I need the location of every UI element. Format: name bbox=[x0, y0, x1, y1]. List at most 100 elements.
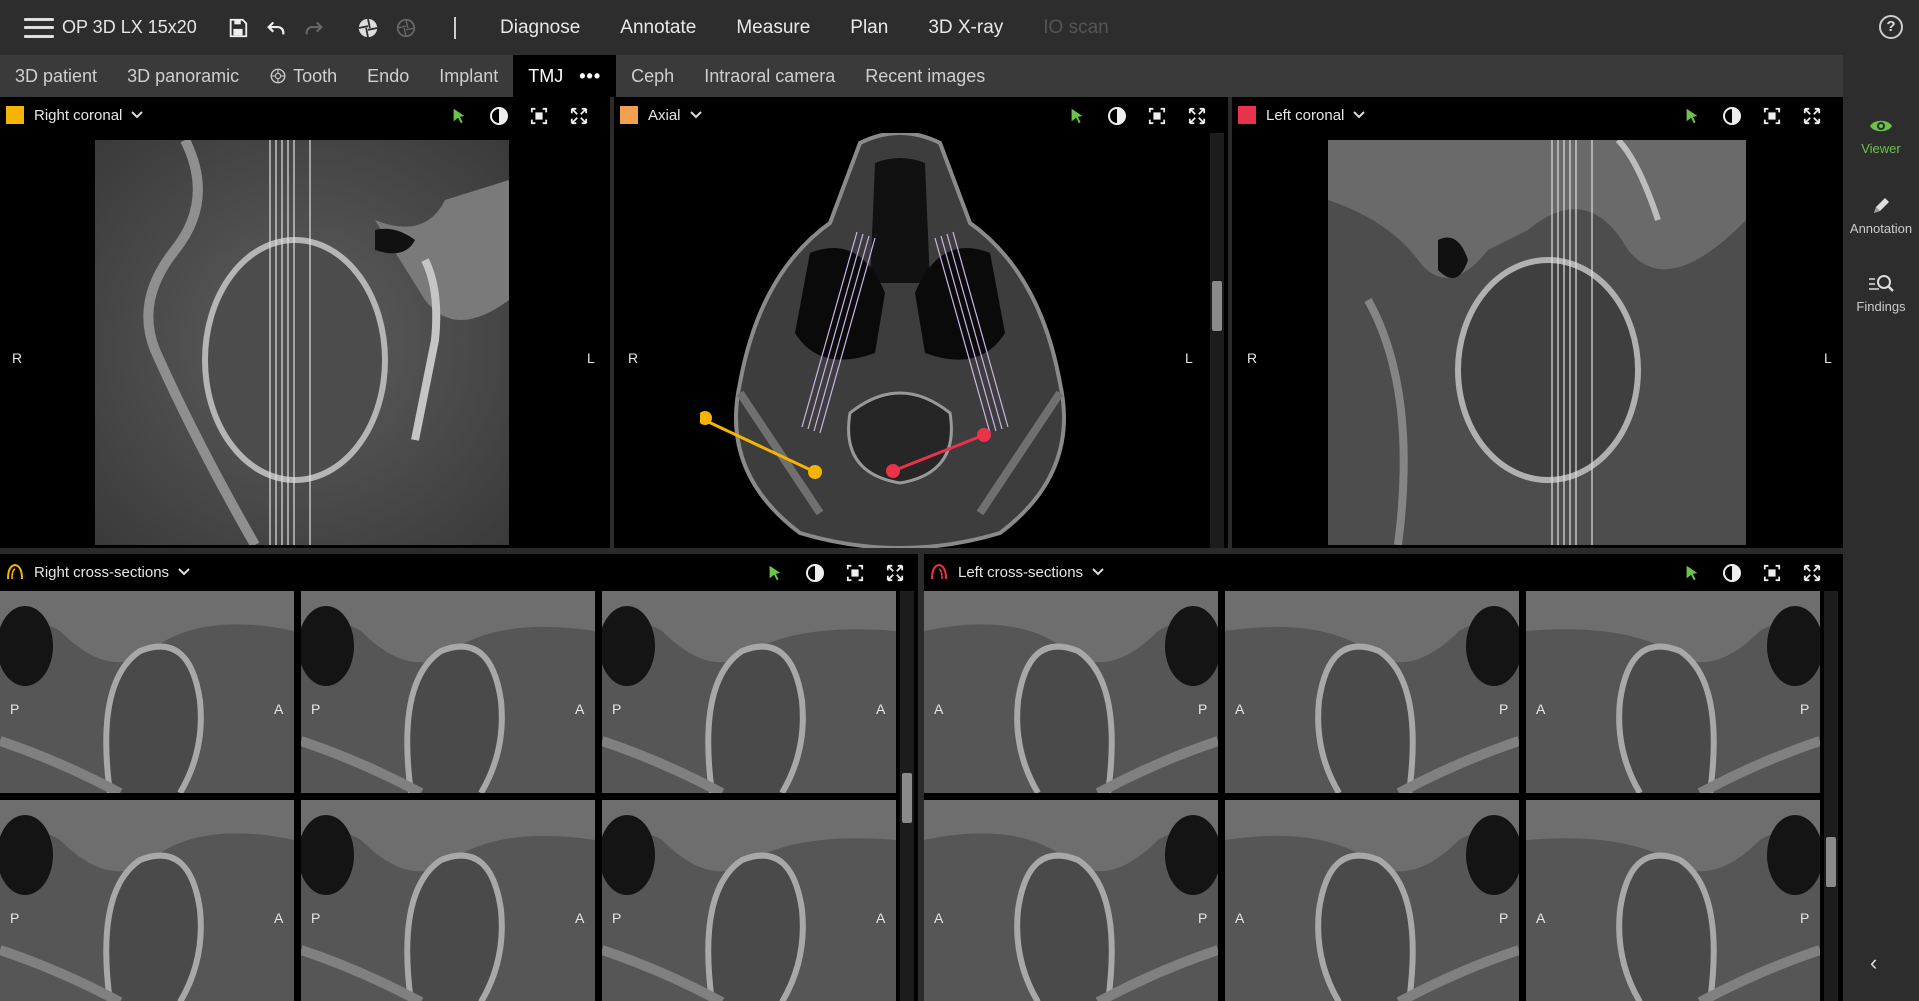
right-coronal-image[interactable] bbox=[95, 140, 509, 545]
orientation-right-label: P bbox=[1198, 910, 1208, 926]
cross-section-slice[interactable]: AP bbox=[924, 800, 1218, 1001]
contrast-icon[interactable] bbox=[804, 562, 826, 584]
menu-measure[interactable]: Measure bbox=[736, 17, 810, 39]
menu-3d-xray[interactable]: 3D X-ray bbox=[928, 17, 1003, 39]
redo-icon[interactable] bbox=[302, 16, 326, 40]
chevron-down-icon[interactable] bbox=[177, 565, 191, 579]
pointer-tool-icon[interactable] bbox=[1681, 562, 1703, 584]
undo-icon[interactable] bbox=[264, 16, 288, 40]
tab-intraoral-camera[interactable]: Intraoral camera bbox=[689, 55, 850, 97]
aperture-icon[interactable] bbox=[356, 16, 380, 40]
view-color-swatch bbox=[620, 106, 638, 124]
left-coronal-image[interactable] bbox=[1328, 140, 1746, 545]
help-icon[interactable]: ? bbox=[1879, 15, 1903, 39]
right-cross-sections-view[interactable]: Right cross-sections PAPAPAPAPAPA bbox=[0, 554, 918, 1001]
fit-to-view-icon[interactable] bbox=[528, 105, 550, 127]
right-axis-handle[interactable] bbox=[808, 465, 822, 479]
orientation-left-label: A bbox=[1536, 910, 1546, 926]
cross-section-slice[interactable]: PA bbox=[602, 591, 896, 793]
tab-recent-images[interactable]: Recent images bbox=[850, 55, 1000, 97]
cross-section-scroll-thumb[interactable] bbox=[902, 773, 912, 823]
axial-view[interactable]: Axial R L bbox=[614, 97, 1228, 548]
cross-section-scrollbar[interactable] bbox=[1824, 591, 1838, 1001]
chevron-down-icon[interactable] bbox=[689, 108, 703, 122]
pointer-tool-icon[interactable] bbox=[764, 562, 786, 584]
tab-3d-panoramic[interactable]: 3D panoramic bbox=[112, 55, 254, 97]
menu-plan[interactable]: Plan bbox=[850, 17, 888, 39]
chevron-down-icon[interactable] bbox=[1352, 108, 1366, 122]
cross-section-slice[interactable]: PA bbox=[0, 591, 294, 793]
left-axis-handle[interactable] bbox=[886, 464, 900, 478]
orientation-left-label: P bbox=[612, 910, 622, 926]
cross-section-slice[interactable]: PA bbox=[602, 800, 896, 1001]
cross-section-slice[interactable]: PA bbox=[0, 800, 294, 1001]
view-title[interactable]: Axial bbox=[648, 107, 681, 124]
cross-section-scrollbar[interactable] bbox=[900, 591, 914, 1001]
top-bar: OP 3D LX 15x20 Diagnose Annotate Measure… bbox=[0, 0, 1919, 55]
view-title[interactable]: Left coronal bbox=[1266, 107, 1344, 124]
tab-label: Intraoral camera bbox=[704, 65, 836, 86]
cross-section-slice[interactable]: AP bbox=[924, 591, 1218, 793]
save-icon[interactable] bbox=[226, 16, 250, 40]
view-title[interactable]: Right cross-sections bbox=[34, 564, 169, 581]
contrast-icon[interactable] bbox=[488, 105, 510, 127]
orientation-right-label: A bbox=[876, 910, 886, 926]
pointer-tool-icon[interactable] bbox=[1681, 105, 1703, 127]
menu-annotate[interactable]: Annotate bbox=[620, 17, 696, 39]
contrast-icon[interactable] bbox=[1106, 105, 1128, 127]
contrast-icon[interactable] bbox=[1721, 105, 1743, 127]
view-title[interactable]: Right coronal bbox=[34, 107, 122, 124]
cross-section-slice[interactable]: AP bbox=[1225, 800, 1519, 1001]
cross-section-image bbox=[602, 591, 896, 793]
maximize-icon[interactable] bbox=[884, 562, 906, 584]
orientation-right-label: P bbox=[1800, 701, 1810, 717]
left-axis-handle[interactable] bbox=[977, 428, 991, 442]
orientation-left-label: P bbox=[10, 701, 20, 717]
cross-section-slice[interactable]: PA bbox=[301, 800, 595, 1001]
sidebar-item-annotation[interactable]: Annotation bbox=[1843, 195, 1919, 236]
slice-scrollbar[interactable] bbox=[1210, 133, 1224, 548]
hamburger-menu-icon[interactable] bbox=[24, 17, 54, 38]
orientation-right-label: A bbox=[274, 701, 284, 717]
tab-more-icon[interactable]: ••• bbox=[579, 66, 601, 87]
chevron-down-icon[interactable] bbox=[130, 108, 144, 122]
tab-3d-patient[interactable]: 3D patient bbox=[0, 55, 112, 97]
tab-label: 3D panoramic bbox=[127, 65, 240, 86]
orientation-right-label: L bbox=[1185, 350, 1193, 366]
cross-section-scroll-thumb[interactable] bbox=[1826, 837, 1836, 887]
slice-scroll-thumb[interactable] bbox=[1212, 281, 1222, 331]
collapse-sidebar-chevron-icon[interactable]: ‹ bbox=[1870, 950, 1892, 975]
sidebar-item-findings[interactable]: Findings bbox=[1843, 273, 1919, 314]
tab-tooth[interactable]: Tooth bbox=[254, 55, 352, 97]
menu-diagnose[interactable]: Diagnose bbox=[500, 17, 580, 39]
fit-to-view-icon[interactable] bbox=[844, 562, 866, 584]
maximize-icon[interactable] bbox=[1801, 562, 1823, 584]
fit-to-view-icon[interactable] bbox=[1146, 105, 1168, 127]
maximize-icon[interactable] bbox=[1186, 105, 1208, 127]
maximize-icon[interactable] bbox=[1801, 105, 1823, 127]
left-coronal-view[interactable]: Left coronal R L bbox=[1232, 97, 1843, 548]
orientation-left-label: R bbox=[628, 350, 639, 366]
cross-section-slice[interactable]: PA bbox=[301, 591, 595, 793]
menu-io-scan: IO scan bbox=[1043, 16, 1109, 38]
tab-tmj[interactable]: TMJ ••• bbox=[513, 55, 617, 97]
cross-section-slice[interactable]: AP bbox=[1225, 591, 1519, 793]
cross-section-slice[interactable]: AP bbox=[1526, 591, 1820, 793]
maximize-icon[interactable] bbox=[568, 105, 590, 127]
pointer-tool-icon[interactable] bbox=[448, 105, 470, 127]
cross-section-slice[interactable]: AP bbox=[1526, 800, 1820, 1001]
chevron-down-icon[interactable] bbox=[1091, 565, 1105, 579]
fit-to-view-icon[interactable] bbox=[1761, 562, 1783, 584]
tab-ceph[interactable]: Ceph bbox=[616, 55, 689, 97]
view-title[interactable]: Left cross-sections bbox=[958, 564, 1083, 581]
right-coronal-view[interactable]: Right coronal R L bbox=[0, 97, 610, 548]
fit-to-view-icon[interactable] bbox=[1761, 105, 1783, 127]
sidebar-item-viewer[interactable]: Viewer bbox=[1843, 115, 1919, 156]
tab-endo[interactable]: Endo bbox=[352, 55, 424, 97]
left-cross-sections-view[interactable]: Left cross-sections APAPAPAPAPAP bbox=[924, 554, 1843, 1001]
contrast-icon[interactable] bbox=[1721, 562, 1743, 584]
axial-image[interactable] bbox=[700, 133, 1100, 548]
panel-header: Left cross-sections bbox=[924, 554, 1843, 590]
tab-implant[interactable]: Implant bbox=[424, 55, 513, 97]
pointer-tool-icon[interactable] bbox=[1066, 105, 1088, 127]
